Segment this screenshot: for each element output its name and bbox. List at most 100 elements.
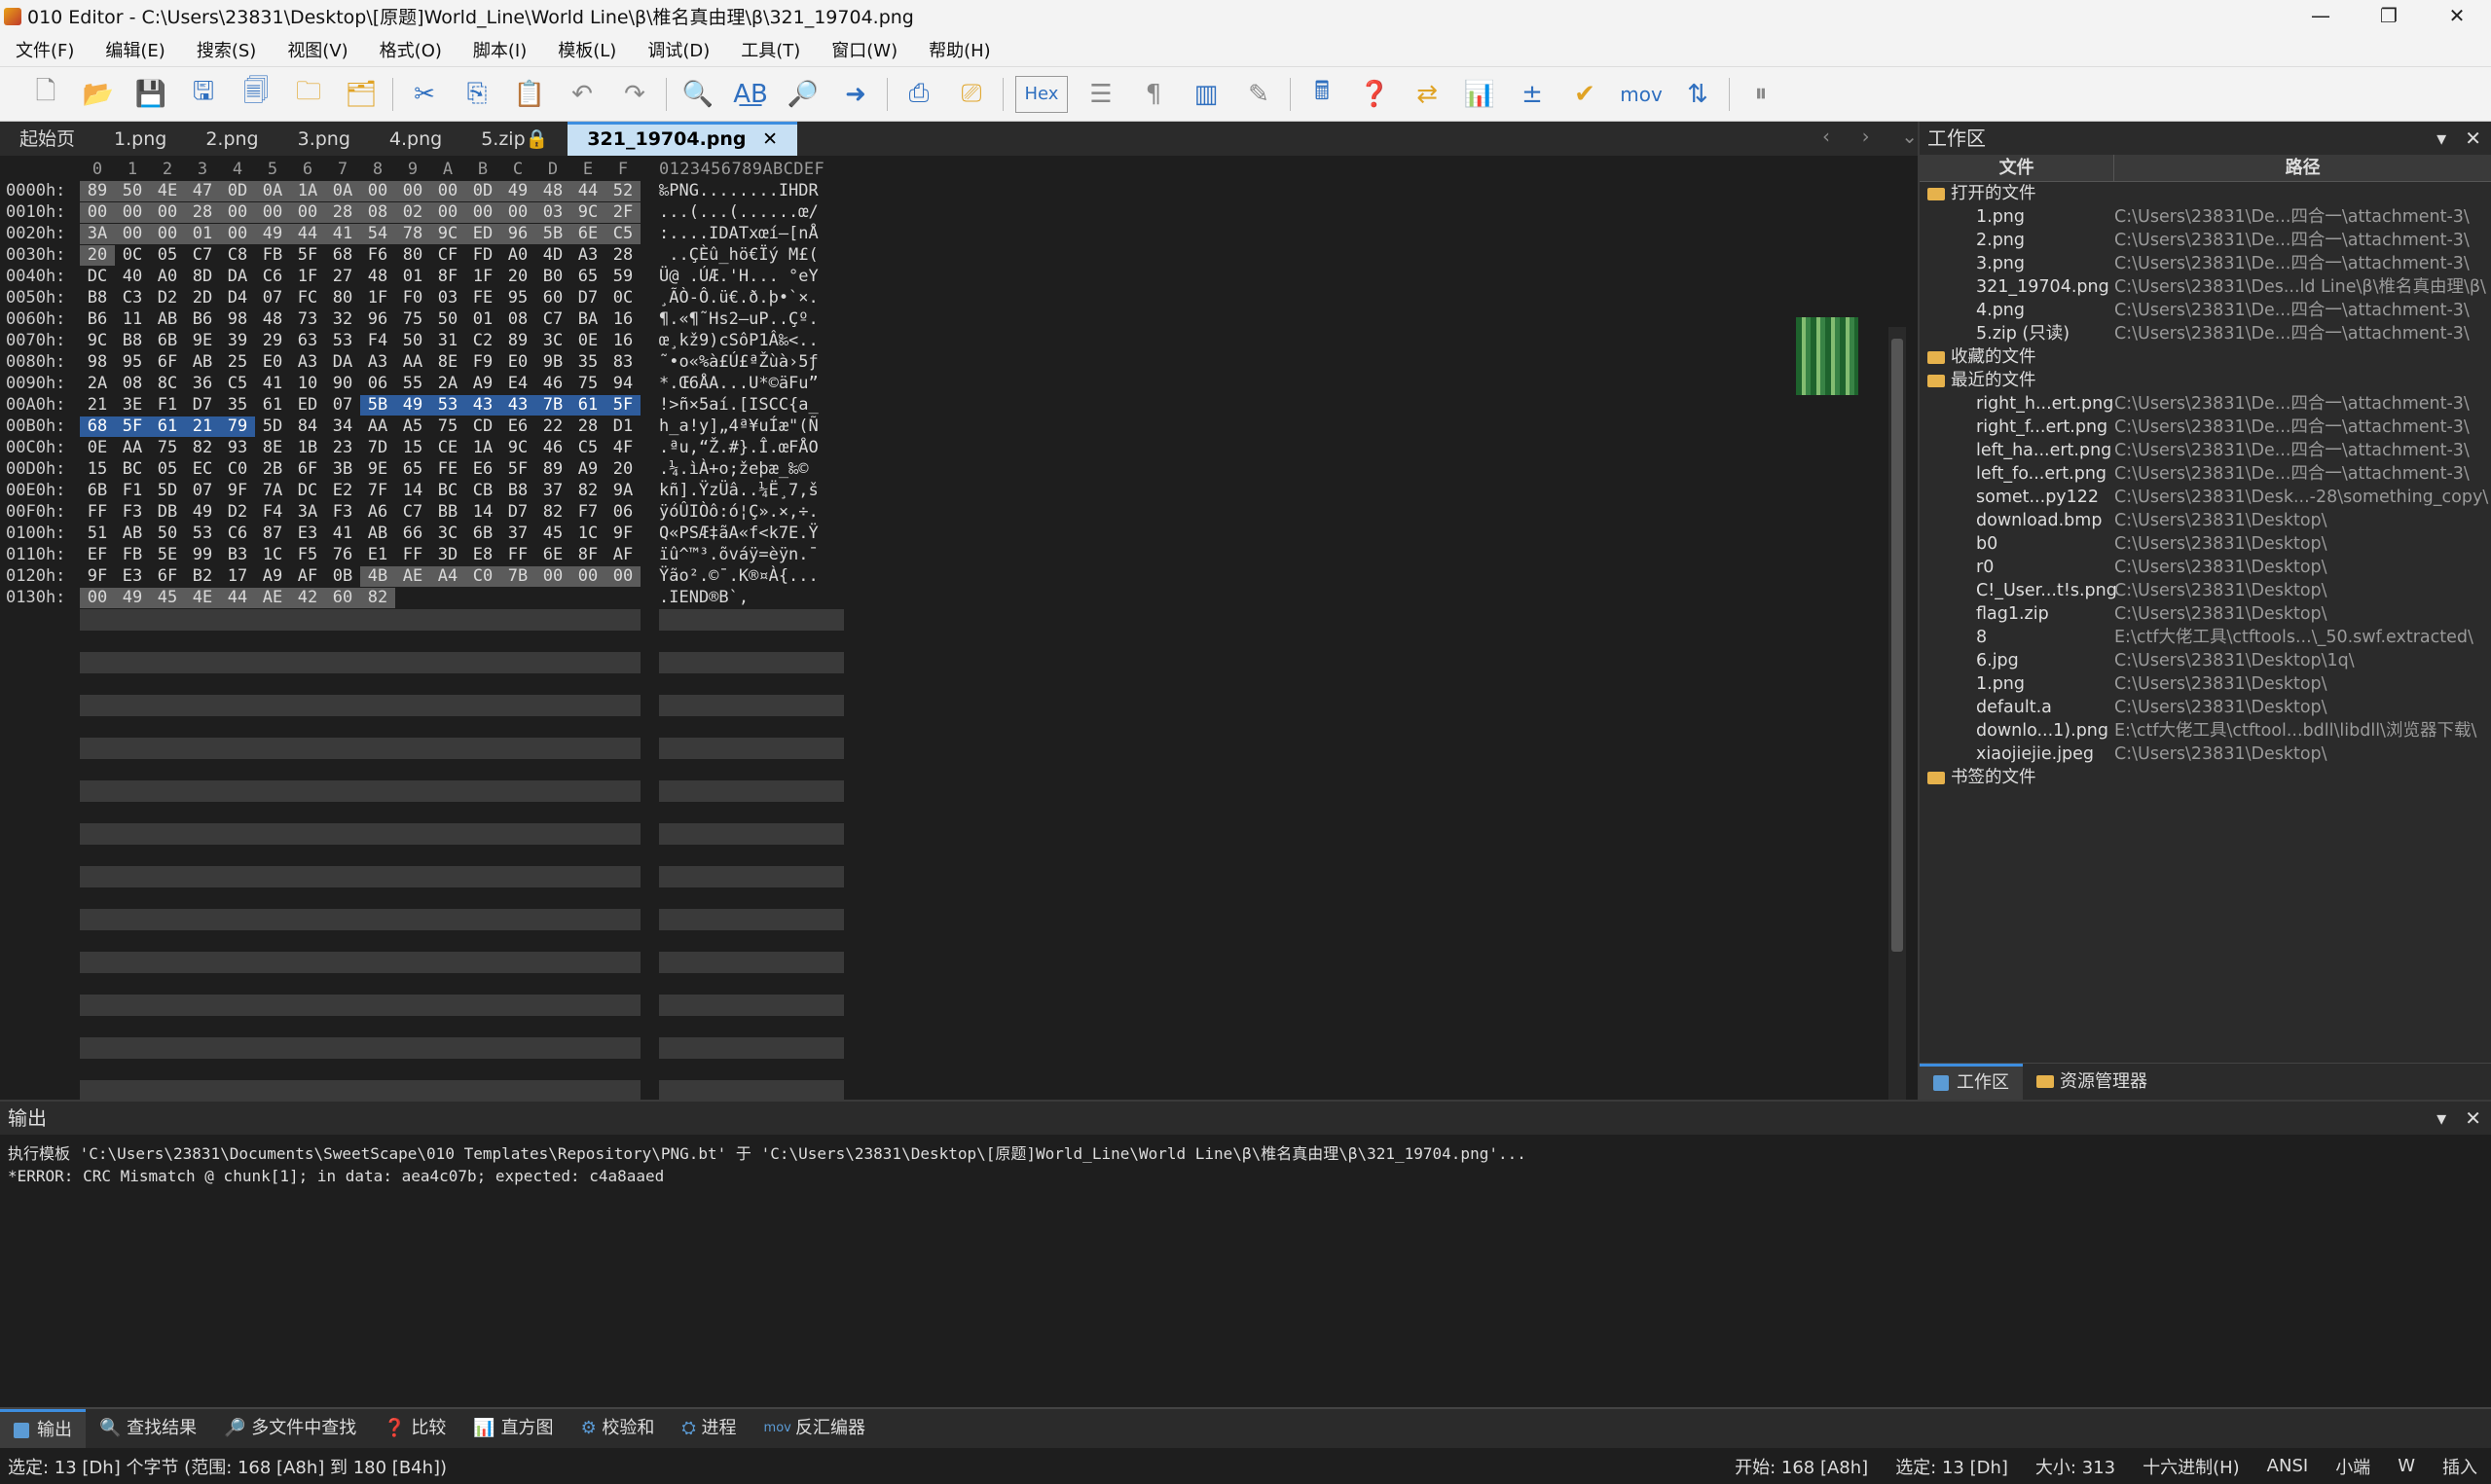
hex-byte[interactable]: A3 — [570, 245, 605, 266]
hex-byte[interactable]: 03 — [535, 202, 570, 223]
hex-byte[interactable]: C5 — [570, 438, 605, 458]
hex-byte[interactable]: 7F — [360, 481, 395, 501]
hex-byte[interactable]: 1C — [570, 524, 605, 544]
hex-byte[interactable]: 49 — [255, 224, 290, 244]
hex-row[interactable]: 0020h: 3A 00 00 01 00 49 44 41 54 78 9C ED 96 5B 6E C5:.… — [0, 224, 876, 245]
tab-prev-icon[interactable]: ‹ — [1822, 125, 1830, 148]
hex-byte[interactable]: A3 — [290, 352, 325, 373]
menu-file[interactable]: 文件(F) — [0, 37, 90, 62]
hex-byte[interactable]: 06 — [605, 502, 641, 523]
hex-row[interactable]: 0110h: EF FB 5E 99 B3 1C F5 76 E1 FF 3D E8 FF 6E 8F AF ïû… — [0, 545, 876, 566]
hex-byte[interactable]: 6E — [535, 545, 570, 565]
hex-byte[interactable]: B2 — [185, 566, 220, 587]
hex-byte[interactable]: 43 — [465, 395, 500, 416]
columns-icon[interactable]: ▥ — [1187, 75, 1226, 114]
hex-byte[interactable]: 3C — [430, 524, 465, 544]
hex-byte[interactable]: 8F — [570, 545, 605, 565]
output-log[interactable]: 执行模板 'C:\Users\23831\Documents\SweetScap… — [0, 1135, 2491, 1195]
ascii-row[interactable]: Ü@ .ÚÆ.'H... °eY — [659, 267, 819, 286]
menu-format[interactable]: 格式(O) — [364, 37, 458, 62]
workspace-file-item[interactable]: 3.png C:\Users\23831\De...四合一\attachment-… — [1920, 252, 2491, 275]
hex-byte[interactable]: 65 — [570, 267, 605, 287]
workspace-file-item[interactable]: r0 C:\Users\23831\Desktop\ — [1920, 556, 2491, 579]
hex-byte[interactable]: 41 — [255, 374, 290, 394]
workspace-file-item[interactable]: right_f...ert.png C:\Users\23831\De...四合一… — [1920, 416, 2491, 439]
hex-byte[interactable]: 8E — [430, 352, 465, 373]
hex-byte[interactable]: DB — [150, 502, 185, 523]
workspace-group[interactable]: 书签的文件 — [1920, 766, 2491, 789]
hex-byte[interactable]: E6 — [465, 459, 500, 480]
hex-byte[interactable]: E3 — [290, 524, 325, 544]
hex-byte[interactable]: 00 — [220, 202, 255, 223]
hex-byte[interactable]: 5D — [150, 481, 185, 501]
hex-byte[interactable]: BB — [430, 502, 465, 523]
hex-byte[interactable]: F4 — [255, 502, 290, 523]
hex-byte[interactable]: 1F — [465, 267, 500, 287]
histogram-icon[interactable]: 📊 — [1460, 75, 1499, 114]
hex-byte[interactable]: 54 — [360, 224, 395, 244]
hex-byte[interactable]: 48 — [255, 309, 290, 330]
hex-byte[interactable]: A9 — [255, 566, 290, 587]
hex-byte[interactable]: 2D — [185, 288, 220, 308]
hex-byte[interactable]: 20 — [500, 267, 535, 287]
hex-byte[interactable]: ED — [465, 224, 500, 244]
hex-byte[interactable]: 78 — [395, 224, 430, 244]
hex-byte[interactable]: 3A — [290, 502, 325, 523]
status-selected[interactable]: 选定: 13 [Dh] — [1895, 1454, 2008, 1479]
tab-321-19704-png[interactable]: 321_19704.png ✕ — [568, 122, 798, 156]
menu-edit[interactable]: 编辑(E) — [90, 37, 180, 62]
hex-byte[interactable]: 00 — [395, 181, 430, 201]
menu-window[interactable]: 窗口(W) — [816, 37, 913, 62]
hex-byte[interactable]: 59 — [605, 267, 641, 287]
hex-byte[interactable]: 5B — [360, 395, 395, 416]
hex-byte[interactable]: C5 — [605, 224, 641, 244]
maximize-button[interactable]: ❐ — [2355, 0, 2423, 32]
ascii-row[interactable]: ..ÇÈû_hö€Ïý M£( — [659, 245, 819, 265]
hex-byte[interactable]: 35 — [220, 395, 255, 416]
hex-byte[interactable]: 44 — [220, 588, 255, 608]
ascii-row[interactable]: ¸ÃÒ-Ô.ü€.ð.þ•`×. — [659, 288, 819, 308]
hex-byte[interactable]: 03 — [430, 288, 465, 308]
status-size[interactable]: 大小: 313 — [2035, 1454, 2115, 1479]
hex-byte[interactable]: 9A — [605, 481, 641, 501]
hex-byte[interactable]: DA — [325, 352, 360, 373]
hex-byte[interactable]: 9C — [80, 331, 115, 351]
hex-byte[interactable]: ED — [290, 395, 325, 416]
hex-byte[interactable]: 21 — [80, 395, 115, 416]
hex-byte[interactable]: 00 — [605, 566, 641, 587]
hex-byte[interactable]: 00 — [115, 224, 150, 244]
hex-byte[interactable]: 99 — [185, 545, 220, 565]
hex-byte[interactable]: 1B — [290, 438, 325, 458]
hex-row[interactable]: 00D0h: 15 BC 05 EC C0 2B 6F 3B 9E 65 FE E6 5F 89 A9 20 .¼… — [0, 459, 876, 481]
hex-byte[interactable]: FB — [115, 545, 150, 565]
panel-close-icon[interactable]: ✕ — [2465, 127, 2481, 150]
hex-byte[interactable]: 50 — [150, 524, 185, 544]
ascii-row[interactable]: h_a!y]„4ª¥uÍæ"(Ñ — [659, 416, 819, 436]
hex-byte[interactable]: 6E — [570, 224, 605, 244]
hex-byte[interactable]: 00 — [535, 566, 570, 587]
hex-byte[interactable]: AE — [395, 566, 430, 587]
workspace-file-item[interactable]: 321_19704.png C:\Users\23831\Des...ld Lin… — [1920, 275, 2491, 299]
tab-5-zip[interactable]: 5.zip🔒 — [461, 124, 568, 156]
hex-byte[interactable]: 5F — [115, 416, 150, 437]
hex-editor[interactable]: 0123456789ABCDEF 0123456789ABCDEF 0000h:… — [0, 156, 1913, 1249]
workspace-group[interactable]: 打开的文件 — [1920, 182, 2491, 205]
hex-byte[interactable]: 84 — [290, 416, 325, 437]
hex-byte[interactable]: 47 — [185, 181, 220, 201]
hex-byte[interactable]: C8 — [220, 245, 255, 266]
hex-byte[interactable]: DC — [80, 267, 115, 287]
replace-icon[interactable]: A͟B — [731, 75, 770, 114]
hex-byte[interactable]: 6F — [150, 352, 185, 373]
open-file-icon[interactable]: 📂 — [79, 75, 118, 114]
show-whitespace-icon[interactable]: ¶ — [1134, 75, 1173, 114]
hex-byte[interactable]: FE — [430, 459, 465, 480]
hex-byte[interactable]: 53 — [185, 524, 220, 544]
hex-byte[interactable]: 1F — [290, 267, 325, 287]
hex-byte[interactable]: 32 — [325, 309, 360, 330]
hex-byte[interactable]: C7 — [535, 309, 570, 330]
hex-byte[interactable]: 82 — [360, 588, 395, 608]
workspace-file-item[interactable]: 4.png C:\Users\23831\De...四合一\attachment-… — [1920, 299, 2491, 322]
hex-byte[interactable]: 93 — [220, 438, 255, 458]
hex-byte[interactable]: 05 — [150, 459, 185, 480]
ascii-row[interactable]: .ªu‚“Ž.#}.Î.œFÅO — [659, 438, 819, 457]
